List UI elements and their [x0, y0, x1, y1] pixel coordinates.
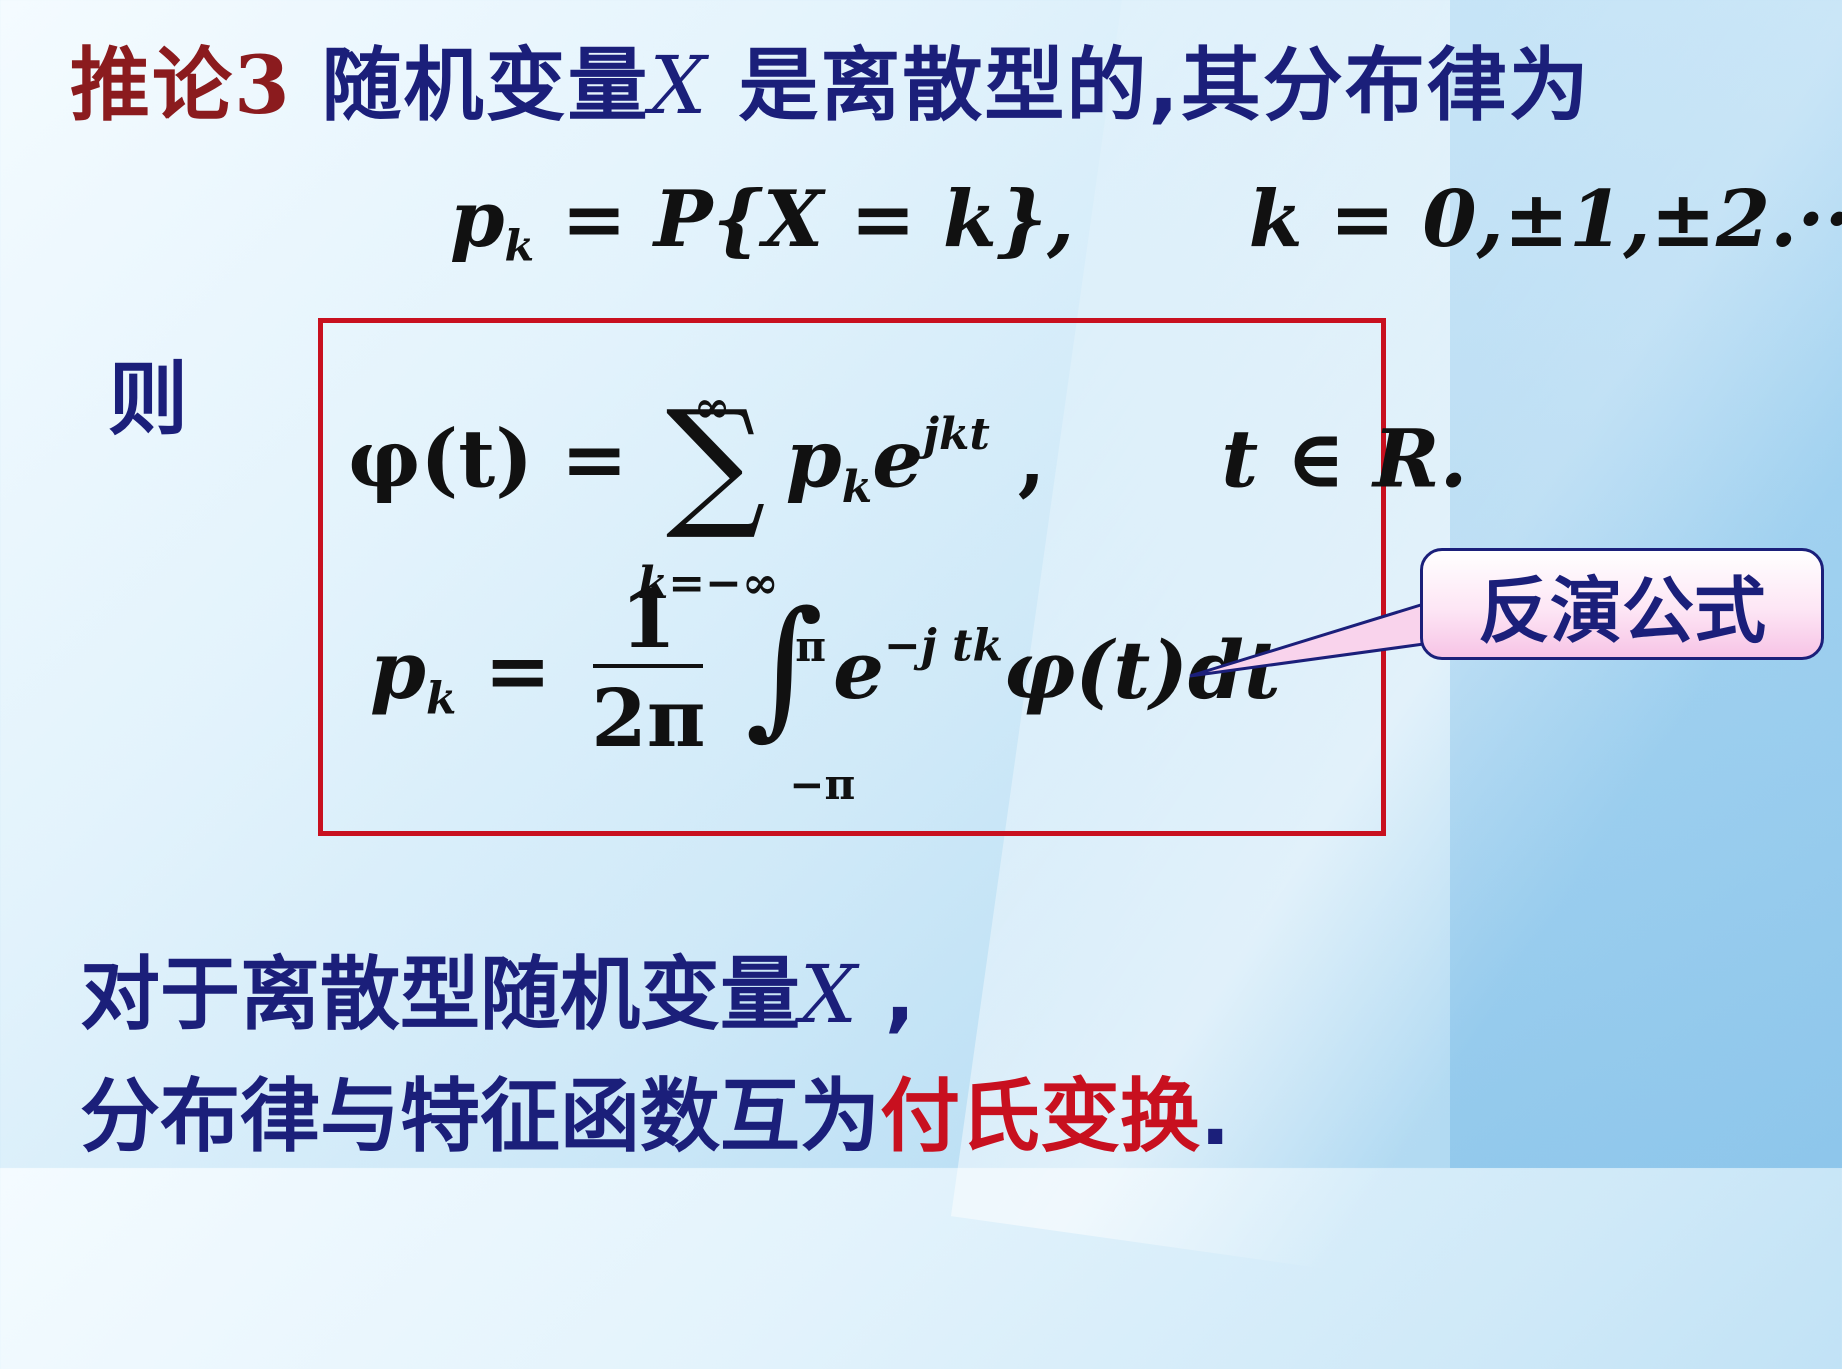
conclusion-line-1: 对于离散型随机变量X , [80, 930, 915, 1046]
conclusion-2-end: . [1200, 1070, 1231, 1163]
conclusion-2-text: 分布律与特征函数互为 [80, 1070, 880, 1163]
callout-text: 反演公式 [1477, 568, 1766, 653]
conclusion-line-2: 分布律与特征函数互为付氏变换. [80, 1052, 1230, 1168]
conclusion-1-text: 对于离散型随机变量 [80, 948, 800, 1041]
inverse-formula-callout: 反演公式 [1420, 548, 1824, 660]
conclusion-2-highlight: 付氏变换 [880, 1070, 1200, 1163]
conclusion-1-end: , [856, 948, 916, 1041]
conclusion-1-variable: X [800, 948, 857, 1041]
